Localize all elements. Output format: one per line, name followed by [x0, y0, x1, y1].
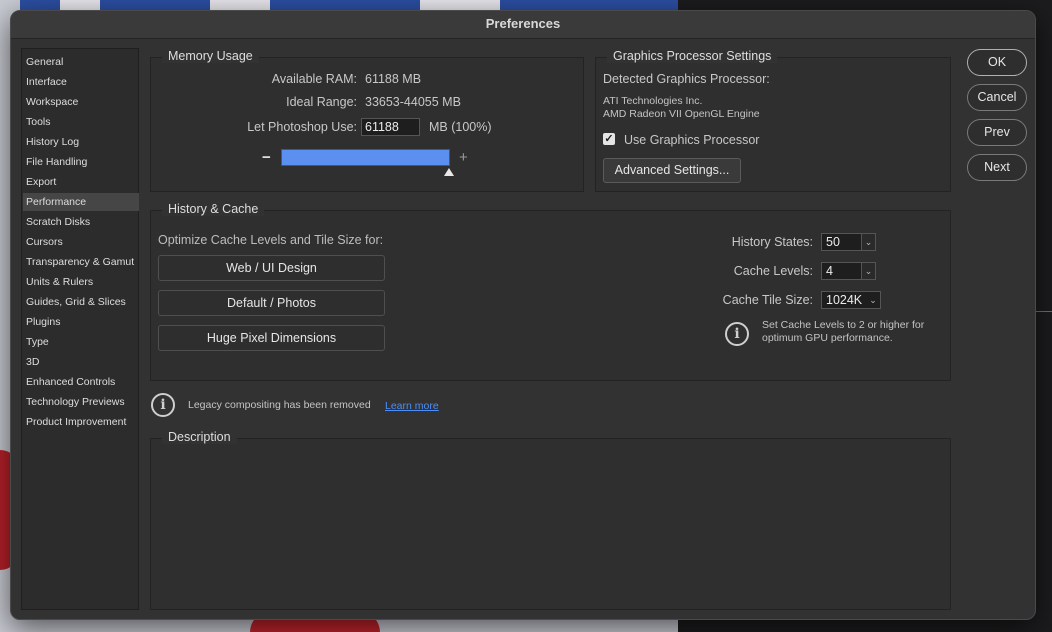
photoshop-use-unit: MB (100%)	[429, 120, 492, 134]
sidebar-item-guides-grid-slices[interactable]: Guides, Grid & Slices	[23, 293, 139, 311]
memory-decrease-button[interactable]: −	[262, 149, 271, 166]
history-states-select[interactable]: 50 ⌄	[821, 233, 876, 251]
available-ram-value: 61188 MB	[365, 72, 422, 86]
cache-levels-select[interactable]: 4 ⌄	[821, 262, 876, 280]
sidebar-item-3d[interactable]: 3D	[23, 353, 139, 371]
memory-usage-title: Memory Usage	[162, 49, 259, 63]
photoshop-use-label: Let Photoshop Use:	[247, 120, 357, 134]
sidebar-item-units-rulers[interactable]: Units & Rulers	[23, 273, 139, 291]
preset-default-photos-button[interactable]: Default / Photos	[158, 290, 385, 316]
sidebar-item-cursors[interactable]: Cursors	[23, 233, 139, 251]
learn-more-link[interactable]: Learn more	[385, 400, 439, 412]
ideal-range-label: Ideal Range:	[286, 95, 357, 109]
sidebar-item-file-handling[interactable]: File Handling	[23, 153, 139, 171]
next-button[interactable]: Next	[967, 154, 1027, 181]
dialog-title: Preferences	[11, 11, 1035, 39]
advanced-settings-button[interactable]: Advanced Settings...	[603, 158, 741, 183]
guide-line	[1036, 311, 1052, 312]
chevron-down-icon: ⌄	[861, 263, 875, 279]
gpu-model: AMD Radeon VII OpenGL Engine	[603, 108, 760, 120]
cache-tile-size-value: 1024K	[826, 293, 863, 307]
memory-slider-fill	[282, 150, 449, 165]
sidebar-item-product-improvement[interactable]: Product Improvement	[23, 413, 139, 431]
memory-slider-track[interactable]	[281, 149, 450, 166]
use-gpu-label: Use Graphics Processor	[624, 133, 760, 147]
ok-button[interactable]: OK	[967, 49, 1027, 76]
cache-levels-label: Cache Levels:	[733, 264, 813, 278]
legacy-compositing-text: Legacy compositing has been removed	[188, 399, 371, 411]
sidebar-item-workspace[interactable]: Workspace	[23, 93, 139, 111]
sidebar-item-enhanced-controls[interactable]: Enhanced Controls	[23, 373, 139, 391]
cache-tip-line2: optimum GPU performance.	[762, 332, 893, 344]
sidebar-item-transparency-gamut[interactable]: Transparency & Gamut	[23, 253, 139, 271]
available-ram-label: Available RAM:	[271, 72, 357, 86]
description-panel	[150, 438, 951, 610]
ideal-range-value: 33653-44055 MB	[365, 95, 461, 109]
memory-increase-button[interactable]: +	[459, 149, 468, 166]
history-cache-title: History & Cache	[162, 202, 265, 216]
sidebar-item-export[interactable]: Export	[23, 173, 139, 191]
gpu-settings-title: Graphics Processor Settings	[607, 49, 778, 63]
detected-gpu-label: Detected Graphics Processor:	[603, 72, 770, 86]
history-states-value: 50	[826, 235, 840, 249]
use-gpu-checkbox[interactable]: ✓	[603, 133, 615, 145]
sidebar-item-tools[interactable]: Tools	[23, 113, 139, 131]
cancel-button[interactable]: Cancel	[967, 84, 1027, 111]
sidebar-item-technology-previews[interactable]: Technology Previews	[23, 393, 139, 411]
sidebar-item-general[interactable]: General	[23, 53, 139, 71]
memory-slider-handle[interactable]	[444, 168, 454, 176]
sidebar-item-interface[interactable]: Interface	[23, 73, 139, 91]
description-title: Description	[162, 430, 237, 444]
optimize-cache-label: Optimize Cache Levels and Tile Size for:	[158, 233, 384, 247]
info-icon: i	[725, 322, 749, 346]
info-icon: i	[151, 393, 175, 417]
sidebar-item-scratch-disks[interactable]: Scratch Disks	[23, 213, 139, 231]
sidebar-item-plugins[interactable]: Plugins	[23, 313, 139, 331]
cache-tip-line1: Set Cache Levels to 2 or higher for	[762, 319, 925, 331]
cache-tile-size-select[interactable]: 1024K ⌄	[821, 291, 881, 309]
preset-web-ui-design-button[interactable]: Web / UI Design	[158, 255, 385, 281]
cache-tile-size-label: Cache Tile Size:	[722, 293, 813, 307]
sidebar-item-type[interactable]: Type	[23, 333, 139, 351]
sidebar: General Interface Workspace Tools Histor…	[21, 48, 139, 610]
chevron-down-icon: ⌄	[861, 234, 875, 250]
photoshop-use-input[interactable]: 61188	[361, 118, 420, 136]
preferences-dialog: Preferences General Interface Workspace …	[10, 10, 1036, 620]
history-states-label: History States:	[731, 235, 813, 249]
sidebar-item-performance[interactable]: Performance	[23, 193, 139, 211]
prev-button[interactable]: Prev	[967, 119, 1027, 146]
sidebar-item-history-log[interactable]: History Log	[23, 133, 139, 151]
cache-levels-value: 4	[826, 264, 833, 278]
preset-huge-pixel-button[interactable]: Huge Pixel Dimensions	[158, 325, 385, 351]
chevron-down-icon: ⌄	[869, 295, 877, 305]
gpu-vendor: ATI Technologies Inc.	[603, 95, 703, 107]
